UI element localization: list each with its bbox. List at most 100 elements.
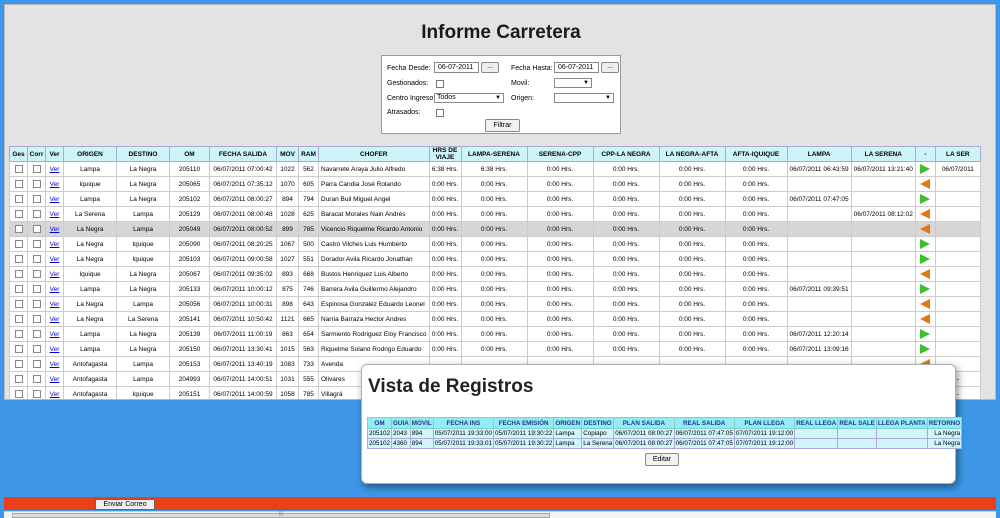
- arrow-left-icon[interactable]: [920, 179, 931, 189]
- ges-checkbox[interactable]: [14, 330, 23, 338]
- vista-cell: 06/07/2011 07:47:05: [673, 438, 735, 449]
- arrow-left-icon[interactable]: [920, 224, 931, 234]
- corr-checkbox[interactable]: [32, 330, 41, 338]
- cell-serena: [850, 266, 916, 282]
- vista-row[interactable]: 205102 2043 894 05/07/2011 19:33:00 05/07/20…: [366, 428, 963, 439]
- vista-cell: 05/07/2011 19:33:00: [432, 428, 495, 439]
- corr-checkbox[interactable]: [32, 285, 41, 293]
- corr-checkbox[interactable]: [32, 210, 41, 218]
- corr-cell: [27, 386, 46, 399]
- atrasados-checkbox[interactable]: [436, 109, 444, 117]
- ver-link[interactable]: Ver: [50, 166, 60, 173]
- arrow-right-icon[interactable]: [920, 239, 931, 249]
- ver-link[interactable]: Ver: [50, 271, 60, 278]
- arrow-right-icon[interactable]: [920, 329, 931, 339]
- ver-link[interactable]: Ver: [50, 226, 60, 233]
- table-header-row: Ges Corr Ver ORIGEN DESTINO OM FECHA SALIDA MOV…: [9, 146, 981, 162]
- corr-checkbox[interactable]: [32, 360, 41, 368]
- cell-sc: 0:00 Hrs.: [526, 191, 594, 207]
- ges-checkbox[interactable]: [14, 300, 23, 308]
- ver-link[interactable]: Ver: [50, 361, 60, 368]
- table-row: Ver Iquique La Negra 205065 06/07/2011 07:35…: [9, 176, 981, 192]
- cell-serena: [850, 296, 916, 312]
- cell-mov: 1022: [276, 161, 299, 177]
- fecha-hasta-picker-button[interactable]: ...: [601, 62, 619, 73]
- ges-checkbox[interactable]: [14, 255, 23, 263]
- corr-checkbox[interactable]: [32, 300, 41, 308]
- corr-checkbox[interactable]: [32, 180, 41, 188]
- corr-checkbox[interactable]: [32, 225, 41, 233]
- ver-link[interactable]: Ver: [50, 286, 60, 293]
- ges-checkbox[interactable]: [14, 345, 23, 353]
- arrow-right-icon[interactable]: [920, 254, 931, 264]
- scrollbar-thumb[interactable]: |||: [12, 511, 550, 518]
- corr-checkbox[interactable]: [32, 195, 41, 203]
- ges-checkbox[interactable]: [14, 375, 23, 383]
- arrow-right-icon[interactable]: [920, 284, 931, 294]
- fecha-desde-input[interactable]: 06-07-2011: [434, 62, 479, 73]
- direction-cell: [914, 251, 936, 267]
- arrow-left-icon[interactable]: [920, 314, 931, 324]
- cell-destino: La Negra: [116, 326, 170, 342]
- editar-button[interactable]: Editar: [645, 453, 679, 466]
- ges-checkbox[interactable]: [14, 210, 23, 218]
- vista-registros-table: OM GUIA MOVIL FECHA INS FECHA EMISIÓN ORIGEN D…: [366, 417, 963, 449]
- corr-checkbox[interactable]: [32, 240, 41, 248]
- ges-cell: [9, 371, 28, 387]
- arrow-left-icon[interactable]: [920, 299, 931, 309]
- ver-link[interactable]: Ver: [50, 196, 60, 203]
- enviar-correo-button[interactable]: Enviar Correo: [95, 499, 155, 510]
- corr-checkbox[interactable]: [32, 255, 41, 263]
- ges-checkbox[interactable]: [14, 315, 23, 323]
- ver-link[interactable]: Ver: [50, 331, 60, 338]
- ver-link[interactable]: Ver: [50, 376, 60, 383]
- ver-link[interactable]: Ver: [50, 181, 60, 188]
- ges-checkbox[interactable]: [14, 180, 23, 188]
- arrow-right-icon[interactable]: [920, 194, 931, 204]
- corr-checkbox[interactable]: [32, 345, 41, 353]
- ver-link[interactable]: Ver: [50, 256, 60, 263]
- ges-checkbox[interactable]: [14, 270, 23, 278]
- ges-checkbox[interactable]: [14, 165, 23, 173]
- ver-link[interactable]: Ver: [50, 211, 60, 218]
- cell-origen: Antofagasta: [63, 356, 117, 372]
- ver-link[interactable]: Ver: [50, 301, 60, 308]
- ver-link[interactable]: Ver: [50, 346, 60, 353]
- filtrar-button[interactable]: Filtrar: [485, 119, 520, 132]
- arrow-left-icon[interactable]: [920, 269, 931, 279]
- cell-ai: 0:00 Hrs.: [724, 251, 788, 267]
- vista-cell: 07/07/2011 19:12:00: [733, 428, 796, 439]
- cell-om: 205056: [169, 296, 210, 312]
- vista-row[interactable]: 205102 4360 894 05/07/2011 19:33:01 05/07/20…: [366, 438, 963, 449]
- origen-select[interactable]: ▼: [554, 93, 614, 103]
- ver-link[interactable]: Ver: [50, 241, 60, 248]
- arrow-right-icon[interactable]: [920, 164, 931, 174]
- ges-checkbox[interactable]: [14, 225, 23, 233]
- corr-checkbox[interactable]: [32, 390, 41, 398]
- corr-checkbox[interactable]: [32, 270, 41, 278]
- ges-checkbox[interactable]: [14, 360, 23, 368]
- ges-checkbox[interactable]: [14, 390, 23, 398]
- corr-checkbox[interactable]: [32, 315, 41, 323]
- ges-cell: [9, 326, 28, 342]
- ver-link[interactable]: Ver: [50, 316, 60, 323]
- gestionados-checkbox[interactable]: [436, 80, 444, 88]
- corr-checkbox[interactable]: [32, 165, 41, 173]
- ges-checkbox[interactable]: [14, 285, 23, 293]
- corr-checkbox[interactable]: [32, 375, 41, 383]
- movil-select[interactable]: ▼: [554, 78, 592, 88]
- column-header: SERENA-CPP: [526, 146, 594, 162]
- arrow-right-icon[interactable]: [920, 344, 931, 354]
- direction-cell: [914, 161, 936, 177]
- fecha-hasta-input[interactable]: 06-07-2011: [554, 62, 599, 73]
- fecha-desde-picker-button[interactable]: ...: [481, 62, 499, 73]
- cell-ram: 785: [298, 386, 319, 399]
- ver-link[interactable]: Ver: [50, 391, 60, 398]
- ges-checkbox[interactable]: [14, 195, 23, 203]
- arrow-left-icon[interactable]: [920, 209, 931, 219]
- ges-cell: [9, 221, 28, 237]
- ges-cell: [9, 356, 28, 372]
- ges-checkbox[interactable]: [14, 240, 23, 248]
- horizontal-scrollbar[interactable]: |||: [4, 511, 996, 518]
- centro-ingreso-select[interactable]: Todos ▼: [434, 93, 504, 103]
